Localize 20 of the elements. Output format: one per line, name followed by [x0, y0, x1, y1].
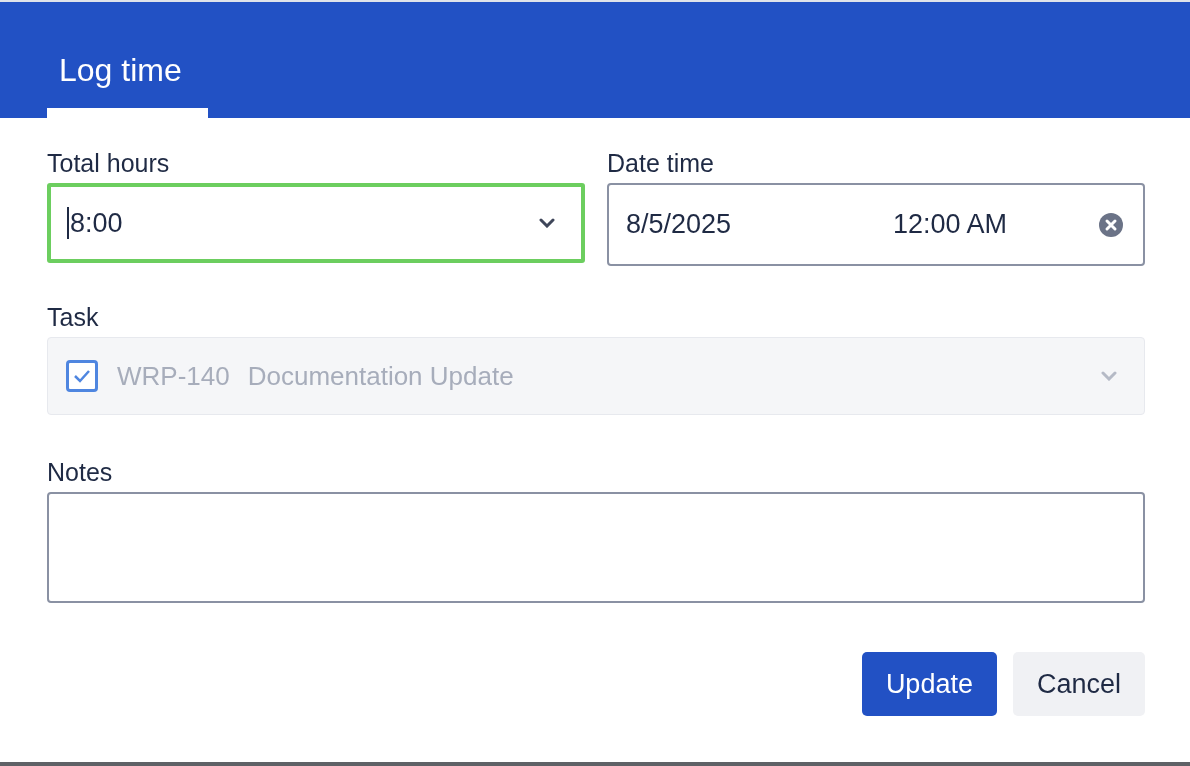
- date-time-field[interactable]: 8/5/2025 12:00 AM: [607, 183, 1145, 266]
- field-label: Date time: [607, 148, 714, 178]
- chevron-down-icon: [1101, 371, 1117, 381]
- task-key: WRP-140: [117, 360, 230, 392]
- hours-dropdown[interactable]: 8:00: [47, 183, 585, 263]
- tab[interactable]: Log time: [47, 2, 208, 118]
- clear-icon[interactable]: [1099, 212, 1123, 237]
- task-name: Documentation Update: [247, 360, 515, 392]
- field-value: 8:00: [70, 207, 124, 239]
- cancel-button[interactable]: Cancel: [1012, 652, 1145, 716]
- field-label: Notes: [47, 457, 113, 487]
- text-cursor: [67, 207, 69, 239]
- field-label: Task: [47, 302, 99, 332]
- time-value: 12:00 AM: [893, 209, 1009, 240]
- checkmark-icon: [73, 369, 91, 383]
- date-value: 8/5/2025: [626, 209, 733, 240]
- notes-field[interactable]: [47, 492, 1145, 603]
- update-button[interactable]: Update: [861, 652, 997, 716]
- field-label: Total hours: [47, 148, 170, 178]
- chevron-down-icon: [539, 218, 555, 228]
